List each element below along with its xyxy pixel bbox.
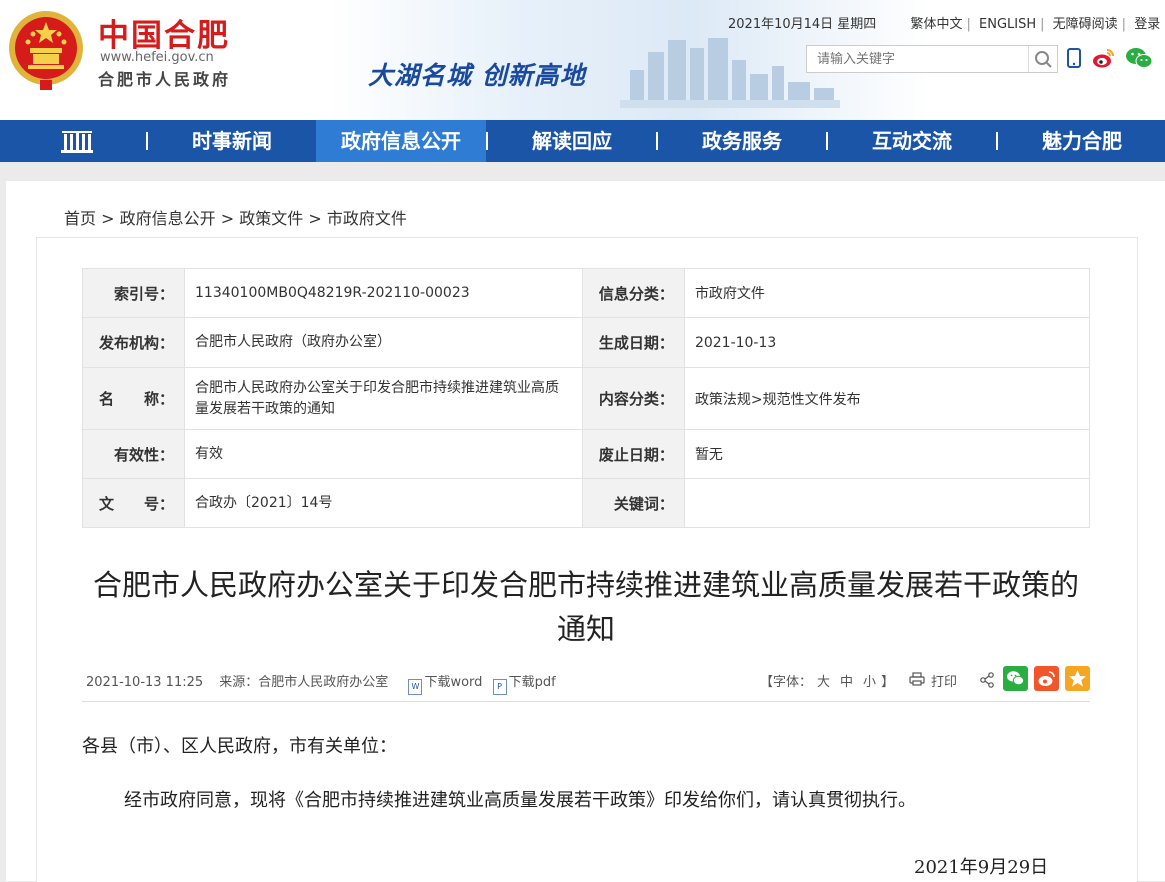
table-row: 发布机构： 合肥市人民政府（政府办公室） 生成日期： 2021-10-13 [82, 317, 1091, 368]
phone-icon[interactable] [1067, 48, 1081, 68]
font-size-small[interactable]: 小 [863, 675, 876, 690]
nav-item-charm[interactable]: 魅力合肥 [997, 120, 1165, 162]
main-nav: 时事新闻 政府信息公开 解读回应 政务服务 互动交流 魅力合肥 [0, 120, 1165, 162]
breadcrumb-home[interactable]: 首页 [64, 209, 96, 228]
search-button[interactable] [1028, 46, 1057, 72]
current-date: 2021年10月14日 星期四 [728, 17, 877, 32]
info-table: 索引号： 11340100MB0Q48219R-202110-00023 信息分… [82, 268, 1091, 528]
table-row: 名 称： 合肥市人民政府办公室关于印发合肥市持续推进建筑业高质量发展若干政策的通… [82, 367, 1091, 430]
article-title: 合肥市人民政府办公室关于印发合肥市持续推进建筑业高质量发展若干政策的通知 [92, 568, 1079, 646]
table-row: 有效性： 有效 废止日期： 暂无 [82, 429, 1091, 479]
breadcrumb-separator: > [101, 209, 115, 228]
breadcrumb-gov-info[interactable]: 政府信息公开 [120, 209, 216, 228]
article-meta: 2021-10-13 11:25 来源：合肥市人民政府办公室 W 下载word P… [86, 671, 556, 695]
wechat-icon[interactable] [1125, 47, 1153, 69]
share-icon[interactable] [979, 672, 995, 688]
pdf-icon: P [492, 679, 507, 695]
validity-label: 有效性： [82, 429, 185, 479]
abolish-label: 废止日期： [581, 429, 685, 479]
breadcrumb-separator: > [220, 209, 235, 228]
category-value: 市政府文件 [683, 268, 1091, 318]
table-row: 文 号： 合政办〔2021〕14号 关键词： [82, 478, 1091, 528]
keywords-label: 关键词： [581, 478, 685, 528]
login-link[interactable]: 登录 [1134, 17, 1160, 32]
article-body: 经市政府同意，现将《合肥市持续推进建筑业高质量发展若干政策》印发给你们，请认真贯… [124, 790, 916, 811]
keywords-value [683, 478, 1091, 528]
wechat-icon [1007, 671, 1025, 686]
created-label: 生成日期： [581, 317, 685, 368]
home-icon[interactable] [60, 128, 94, 154]
meta-divider [82, 701, 1090, 702]
accessibility-link[interactable]: 无障碍阅读 [1053, 17, 1118, 32]
article-source: 来源：合肥市人民政府办公室 [219, 675, 389, 690]
font-size-control: 【字体： 大中小】 [760, 671, 894, 690]
index-label: 索引号： [82, 268, 185, 318]
content-category-label: 内容分类： [581, 367, 685, 430]
abolish-value: 暂无 [683, 429, 1091, 479]
star-icon [1069, 670, 1086, 687]
nav-item-interaction[interactable]: 互动交流 [827, 120, 997, 162]
search-input[interactable] [807, 46, 1037, 72]
traditional-chinese-link[interactable]: 繁体中文 [910, 17, 962, 32]
share-weibo-button[interactable] [1034, 666, 1059, 691]
site-url: www.hefei.gov.cn [100, 50, 214, 65]
breadcrumb-separator: > [308, 209, 322, 228]
link-separator: | [966, 17, 971, 32]
share-wechat-button[interactable] [1003, 666, 1028, 691]
emblem-icon [9, 11, 83, 90]
index-value: 11340100MB0Q48219R-202110-00023 [184, 268, 583, 318]
print-icon[interactable] [909, 672, 925, 686]
docno-value: 合政办〔2021〕14号 [184, 478, 583, 528]
created-value: 2021-10-13 [683, 317, 1091, 368]
publish-datetime: 2021-10-13 11:25 [86, 675, 204, 690]
link-separator: | [1040, 17, 1045, 32]
font-label-open: 【字体： [760, 675, 813, 690]
sign-date: 2021年9月29日 [914, 857, 1049, 878]
name-value: 合肥市人民政府办公室关于印发合肥市持续推进建筑业高质量发展若干政策的通知 [184, 367, 583, 430]
link-separator: | [1121, 17, 1127, 32]
weibo-icon [1038, 671, 1055, 686]
breadcrumb: 首页 > 政府信息公开 > 政策文件 > 市政府文件 [64, 205, 407, 229]
print-button[interactable]: 打印 [931, 671, 957, 690]
breadcrumb-policy[interactable]: 政策文件 [239, 209, 303, 228]
download-pdf-link[interactable]: 下载pdf [509, 675, 556, 690]
search-icon [1035, 51, 1052, 68]
nav-item-news[interactable]: 时事新闻 [147, 120, 317, 162]
category-label: 信息分类： [581, 268, 685, 318]
english-link[interactable]: ENGLISH [979, 17, 1036, 32]
search-box [806, 45, 1058, 73]
table-row: 索引号： 11340100MB0Q48219R-202110-00023 信息分… [82, 268, 1091, 318]
font-label-close: 】 [881, 675, 895, 690]
site-name[interactable]: 中国合肥 [98, 10, 230, 55]
nav-item-gov-info[interactable]: 政府信息公开 [316, 120, 486, 162]
name-label: 名 称： [82, 367, 185, 430]
word-icon: W [408, 679, 423, 695]
breadcrumb-city-docs[interactable]: 市政府文件 [327, 209, 407, 228]
font-size-large[interactable]: 大 [817, 675, 830, 690]
nav-item-interpretation[interactable]: 解读回应 [487, 120, 657, 162]
top-links: 2021年10月14日 星期四 繁体中文 | ENGLISH | 无障碍阅读 | 登录 [728, 13, 1160, 32]
content-category-value: 政策法规>规范性文件发布 [683, 367, 1091, 430]
font-size-medium[interactable]: 中 [840, 675, 853, 690]
publisher-label: 发布机构： [82, 317, 185, 368]
favorite-button[interactable] [1065, 666, 1090, 691]
download-word-link[interactable]: 下载word [424, 675, 482, 690]
publisher-value: 合肥市人民政府（政府办公室） [184, 317, 583, 368]
docno-label: 文 号： [82, 478, 185, 528]
weibo-icon[interactable] [1092, 47, 1116, 69]
site-header: 中国合肥 www.hefei.gov.cn 合肥市人民政府 大湖名城 创新高地 … [0, 0, 1165, 120]
salutation: 各县（市）、区人民政府，市有关单位： [82, 736, 397, 757]
site-org: 合肥市人民政府 [98, 70, 232, 89]
validity-value: 有效 [184, 429, 583, 479]
nav-item-services[interactable]: 政务服务 [657, 120, 827, 162]
slogan: 大湖名城 创新高地 [368, 61, 586, 90]
